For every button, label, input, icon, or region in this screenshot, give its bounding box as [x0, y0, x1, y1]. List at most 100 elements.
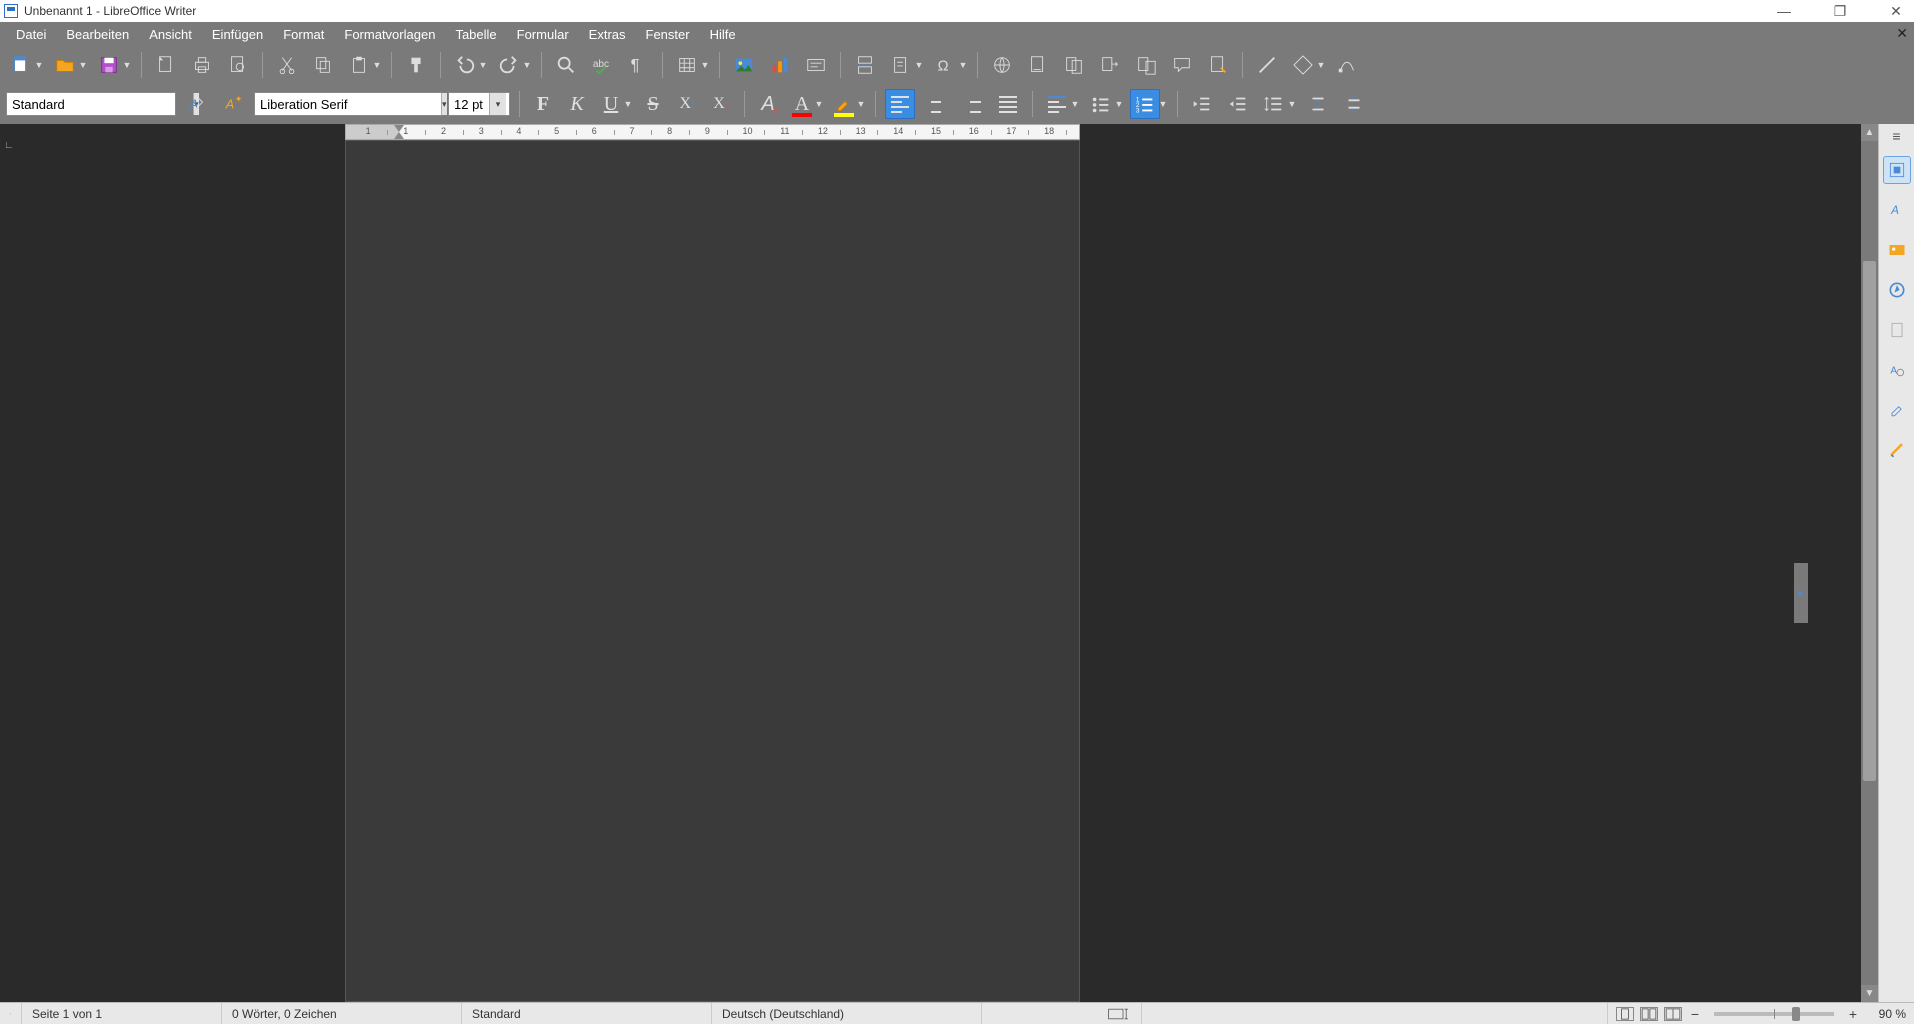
zoom-value[interactable]: 90 % [1866, 1007, 1906, 1021]
page-break-button[interactable] [850, 50, 880, 80]
insert-chart-button[interactable] [765, 50, 795, 80]
book-view-button[interactable] [1664, 1007, 1682, 1021]
redo-button[interactable] [494, 50, 524, 80]
document-area[interactable]: ∟ 1123456789101112131415161718 [0, 124, 1861, 1002]
update-style-button[interactable]: A [182, 89, 212, 119]
insert-field-button[interactable] [886, 50, 916, 80]
increase-para-spacing-button[interactable] [1303, 89, 1333, 119]
font-name-dropdown[interactable]: ▾ [441, 93, 447, 115]
zoom-slider[interactable] [1714, 1012, 1834, 1016]
comment-button[interactable] [1167, 50, 1197, 80]
special-char-button[interactable]: Ω [930, 50, 960, 80]
underline-button[interactable]: U [597, 89, 625, 119]
menu-tabelle[interactable]: Tabelle [445, 25, 506, 44]
insert-image-button[interactable] [729, 50, 759, 80]
menu-datei[interactable]: Datei [6, 25, 56, 44]
horizontal-ruler[interactable]: 1123456789101112131415161718 [345, 124, 1080, 140]
zoom-in-button[interactable]: + [1846, 1006, 1860, 1022]
increase-indent-button[interactable] [1187, 89, 1217, 119]
cross-reference-button[interactable] [1095, 50, 1125, 80]
menu-ansicht[interactable]: Ansicht [139, 25, 202, 44]
spellcheck-button[interactable]: abc [587, 50, 617, 80]
font-size-combo[interactable]: ▾ [448, 92, 510, 116]
menu-formatvorlagen[interactable]: Formatvorlagen [334, 25, 445, 44]
number-list-button[interactable]: 123 [1130, 89, 1160, 119]
close-document-icon[interactable]: ✕ [1896, 25, 1908, 42]
sidebar-collapse-handle[interactable] [1794, 563, 1808, 623]
clear-formatting-button[interactable]: A✕ [754, 89, 782, 119]
zoom-slider-knob[interactable] [1792, 1007, 1800, 1021]
underline-dropdown[interactable]: ▼ [623, 99, 633, 109]
sidebar-manage-changes-icon[interactable] [1883, 396, 1911, 424]
basic-shapes-button[interactable] [1288, 50, 1318, 80]
scroll-track[interactable] [1861, 141, 1878, 985]
menu-einfuegen[interactable]: Einfügen [202, 25, 273, 44]
subscript-button[interactable]: X₂ [707, 89, 735, 119]
zoom-out-button[interactable]: − [1688, 1006, 1702, 1022]
draw-functions-button[interactable] [1332, 50, 1362, 80]
font-color-button[interactable]: A [788, 89, 816, 119]
bullet-list-button[interactable] [1086, 89, 1116, 119]
paragraph-style-combo[interactable]: ▾ [6, 92, 176, 116]
scroll-down-button[interactable]: ▼ [1861, 985, 1878, 1002]
scroll-thumb[interactable] [1863, 261, 1876, 781]
new-style-button[interactable]: A✦ [218, 89, 248, 119]
insert-textbox-button[interactable] [801, 50, 831, 80]
track-changes-button[interactable] [1131, 50, 1161, 80]
hyperlink-button[interactable] [987, 50, 1017, 80]
sidebar-page-icon[interactable] [1883, 316, 1911, 344]
undo-button[interactable] [450, 50, 480, 80]
font-size-input[interactable] [449, 93, 489, 115]
menu-bearbeiten[interactable]: Bearbeiten [56, 25, 139, 44]
line-spacing-button[interactable] [1259, 89, 1289, 119]
close-button[interactable]: ✕ [1882, 3, 1910, 20]
status-page[interactable]: Seite 1 von 1 [22, 1003, 222, 1024]
align-right-button[interactable] [957, 89, 987, 119]
status-wordcount[interactable]: 0 Wörter, 0 Zeichen [222, 1003, 462, 1024]
print-button[interactable] [187, 50, 217, 80]
sidebar-gallery-icon[interactable] [1883, 236, 1911, 264]
status-page-style[interactable]: Standard [462, 1003, 712, 1024]
show-changes-button[interactable] [1203, 50, 1233, 80]
menu-extras[interactable]: Extras [579, 25, 636, 44]
font-name-combo[interactable]: ▾ [254, 92, 442, 116]
decrease-indent-button[interactable] [1223, 89, 1253, 119]
single-page-view-button[interactable] [1616, 1007, 1634, 1021]
formatting-marks-button[interactable]: ¶ [623, 50, 653, 80]
save-button[interactable] [94, 50, 124, 80]
menu-hilfe[interactable]: Hilfe [700, 25, 746, 44]
status-insert-mode[interactable] [982, 1003, 1142, 1024]
copy-button[interactable] [308, 50, 338, 80]
save-status-icon[interactable] [0, 1003, 22, 1024]
font-name-input[interactable] [255, 93, 441, 115]
line-button[interactable] [1252, 50, 1282, 80]
menu-format[interactable]: Format [273, 25, 334, 44]
italic-button[interactable]: K [563, 89, 591, 119]
vertical-scrollbar[interactable]: ▲ ▼ [1861, 124, 1878, 1002]
clone-formatting-button[interactable] [401, 50, 431, 80]
sidebar-properties-icon[interactable] [1883, 156, 1911, 184]
align-left-button[interactable] [885, 89, 915, 119]
sidebar-accessibility-icon[interactable] [1883, 436, 1911, 464]
cut-button[interactable] [272, 50, 302, 80]
align-center-button[interactable] [921, 89, 951, 119]
paste-button[interactable] [344, 50, 374, 80]
menu-formular[interactable]: Formular [507, 25, 579, 44]
open-button[interactable] [50, 50, 80, 80]
find-replace-button[interactable] [551, 50, 581, 80]
decrease-para-spacing-button[interactable] [1339, 89, 1369, 119]
insert-table-button[interactable] [672, 50, 702, 80]
menu-fenster[interactable]: Fenster [636, 25, 700, 44]
minimize-button[interactable]: — [1770, 3, 1798, 20]
maximize-button[interactable]: ❐ [1826, 3, 1854, 20]
scroll-up-button[interactable]: ▲ [1861, 124, 1878, 141]
sidebar-style-inspector-icon[interactable]: A [1883, 356, 1911, 384]
page-canvas[interactable] [345, 140, 1080, 1002]
paragraph-style-input[interactable] [7, 93, 193, 115]
print-preview-button[interactable] [223, 50, 253, 80]
status-selection-mode[interactable] [1142, 1003, 1608, 1024]
bold-button[interactable]: F [529, 89, 557, 119]
align-justify-button[interactable] [993, 89, 1023, 119]
status-language[interactable]: Deutsch (Deutschland) [712, 1003, 982, 1024]
sidebar-styles-icon[interactable]: A [1883, 196, 1911, 224]
